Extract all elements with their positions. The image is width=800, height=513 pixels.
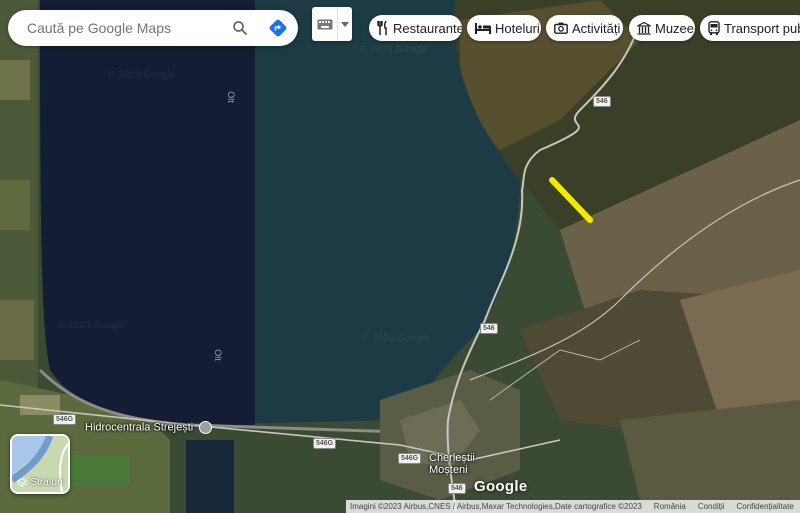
terms-link[interactable]: Condiții (698, 502, 725, 511)
chip-activities[interactable]: Activități (546, 15, 623, 41)
map-watermark: © 2023 Google (108, 70, 176, 81)
country-link[interactable]: România (654, 502, 686, 511)
layers-icon (17, 477, 28, 487)
chip-label: Activități (572, 20, 621, 36)
privacy-link[interactable]: Confidențialitate (737, 502, 794, 511)
fork-knife-icon (377, 21, 387, 35)
river-label-olt: Olt (212, 349, 223, 361)
road-shield-546g: 546G (313, 438, 337, 449)
place-name: Hidrocentrala Strejești (85, 421, 194, 434)
layers-label: Straturi (30, 477, 63, 488)
chip-museums[interactable]: Muzee (629, 15, 695, 41)
map-watermark: © 2023 Google (360, 44, 428, 55)
chip-restaurants[interactable]: Restaurante (369, 15, 462, 41)
road-shield-546g: 546G (398, 453, 422, 464)
museum-icon (637, 21, 651, 35)
bed-icon (475, 23, 491, 34)
village-name-line2: Moșteni (429, 464, 468, 476)
directions-icon[interactable] (266, 16, 290, 40)
input-tools-button[interactable] (312, 7, 352, 41)
keyboard-icon[interactable] (312, 7, 339, 41)
map-watermark: © 2023 Google (362, 333, 430, 344)
google-logo: Google (474, 478, 528, 495)
road-shield-546: 546 (593, 96, 611, 107)
map-watermark: © 2023 Google (58, 320, 126, 331)
chip-transit[interactable]: Transport public (700, 15, 800, 41)
search-box (8, 10, 298, 46)
place-label-dam[interactable]: Hidrocentrala Strejești (85, 421, 213, 434)
chevron-down-icon[interactable] (338, 7, 352, 41)
road-shield-546g: 546G (53, 414, 77, 425)
layers-button[interactable]: Straturi (10, 434, 70, 494)
chip-label: Muzee (655, 20, 695, 36)
river-label-olt: Olt (225, 91, 236, 103)
camera-icon (554, 22, 568, 34)
place-label-village[interactable]: Cherleștii Moșteni (429, 452, 475, 476)
chip-label: Restaurante (393, 20, 462, 36)
imagery-attribution[interactable]: Imagini ©2023 Airbus,CNES / Airbus,Maxar… (350, 502, 642, 511)
road-shield-546: 546 (448, 483, 466, 494)
bus-icon (708, 21, 720, 35)
dam-pin-icon (199, 421, 213, 434)
search-icon[interactable] (228, 16, 252, 40)
chip-hotels[interactable]: Hoteluri (467, 15, 541, 41)
chip-label: Transport public (724, 20, 800, 36)
village-name-line1: Cherleștii (429, 452, 475, 464)
layers-label-row: Straturi (12, 477, 68, 488)
search-input[interactable] (25, 19, 229, 37)
chip-label: Hoteluri (495, 20, 540, 36)
road-shield-546: 546 (480, 323, 498, 334)
map-footer: Imagini ©2023 Airbus,CNES / Airbus,Maxar… (346, 500, 800, 513)
